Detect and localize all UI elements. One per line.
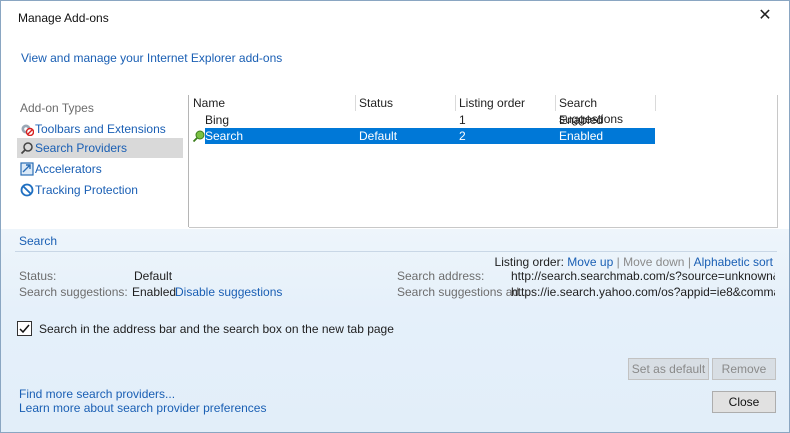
checkmark-icon bbox=[19, 324, 30, 334]
move-down-link: Move down bbox=[623, 255, 685, 269]
learn-more-link[interactable]: Learn more about search provider prefere… bbox=[19, 401, 266, 415]
no-entry-icon bbox=[20, 183, 34, 197]
close-icon[interactable]: ✕ bbox=[755, 6, 775, 26]
search-icon bbox=[20, 142, 33, 155]
sidebar-item-tracking-protection[interactable]: Tracking Protection bbox=[17, 180, 183, 200]
checkbox-label: Search in the address bar and the search… bbox=[39, 322, 394, 336]
sidebar-item-search-providers[interactable]: Search Providers bbox=[17, 138, 183, 158]
title-bar: Manage Add-ons ✕ bbox=[1, 1, 789, 31]
sidebar-item-label: Accelerators bbox=[35, 162, 102, 176]
view-manage-addons-link[interactable]: View and manage your Internet Explorer a… bbox=[21, 51, 282, 65]
row-status: Default bbox=[359, 129, 398, 143]
sidebar-item-label: Tracking Protection bbox=[35, 183, 138, 197]
separator: | bbox=[616, 255, 620, 269]
listing-order-label: Listing order: bbox=[494, 255, 564, 269]
sidebar-item-label: Toolbars and Extensions bbox=[35, 122, 166, 136]
find-more-providers-link[interactable]: Find more search providers... bbox=[19, 387, 175, 401]
listing-order-controls: Listing order: Move up | Move down | Alp… bbox=[495, 255, 773, 269]
status-value: Default bbox=[134, 269, 173, 283]
sidebar-item-toolbars-extensions[interactable]: Toolbars and Extensions bbox=[17, 119, 183, 139]
column-header-listing-order[interactable]: Listing order bbox=[455, 95, 556, 111]
details-panel: Search Listing order: Move up | Move dow… bbox=[1, 229, 789, 432]
search-suggestions-value: Enabled bbox=[132, 285, 177, 299]
set-as-default-button: Set as default bbox=[628, 358, 709, 380]
addon-types-heading: Add-on Types bbox=[20, 101, 94, 115]
row-suggestions: Enabled bbox=[559, 129, 604, 143]
table-row[interactable]: Search Default 2 Enabled bbox=[189, 128, 777, 144]
details-divider bbox=[15, 251, 777, 252]
row-name: Search bbox=[205, 129, 244, 143]
gear-no-icon bbox=[21, 124, 34, 136]
column-header-name[interactable]: Name bbox=[189, 95, 356, 111]
search-suggestions-label: Search suggestions: bbox=[19, 285, 128, 299]
separator: | bbox=[687, 255, 691, 269]
row-name: Bing bbox=[205, 113, 230, 127]
remove-button: Remove bbox=[712, 358, 776, 380]
details-section-title: Search bbox=[19, 234, 58, 248]
search-address-label: Search address: bbox=[397, 269, 485, 283]
sidebar-item-label: Search Providers bbox=[35, 141, 128, 155]
disable-suggestions-link[interactable]: Disable suggestions bbox=[175, 285, 282, 299]
table-row[interactable]: Bing 1 Enabled bbox=[189, 112, 777, 128]
move-up-link[interactable]: Move up bbox=[567, 255, 613, 269]
column-header-status[interactable]: Status bbox=[355, 95, 456, 111]
sidebar-item-accelerators[interactable]: Accelerators bbox=[17, 159, 183, 179]
column-header-search-suggestions[interactable]: Search suggestions bbox=[555, 95, 656, 126]
alphabetic-sort-link[interactable]: Alphabetic sort bbox=[694, 255, 773, 269]
row-suggestions: Enabled bbox=[559, 113, 604, 127]
search-address-bar-checkbox[interactable] bbox=[17, 321, 32, 336]
search-suggestions-address-value: https://ie.search.yahoo.com/os?appid=ie8… bbox=[511, 285, 775, 299]
search-address-value: http://search.searchmab.com/s?source=unk… bbox=[511, 269, 775, 283]
addon-types-pane: Add-on Types Toolbars and Extensions Sea… bbox=[15, 95, 188, 227]
search-suggestions-address-label: Search suggestions ad... bbox=[397, 285, 530, 299]
accelerator-icon bbox=[20, 162, 34, 176]
window-title: Manage Add-ons bbox=[18, 11, 109, 25]
manage-addons-window: Manage Add-ons ✕ View and manage your In… bbox=[0, 0, 790, 433]
status-label: Status: bbox=[19, 269, 57, 283]
search-providers-list: Name Status Listing order Search suggest… bbox=[189, 95, 778, 228]
row-order: 1 bbox=[459, 113, 466, 127]
close-button[interactable]: Close bbox=[712, 391, 776, 413]
row-order: 2 bbox=[459, 129, 466, 143]
